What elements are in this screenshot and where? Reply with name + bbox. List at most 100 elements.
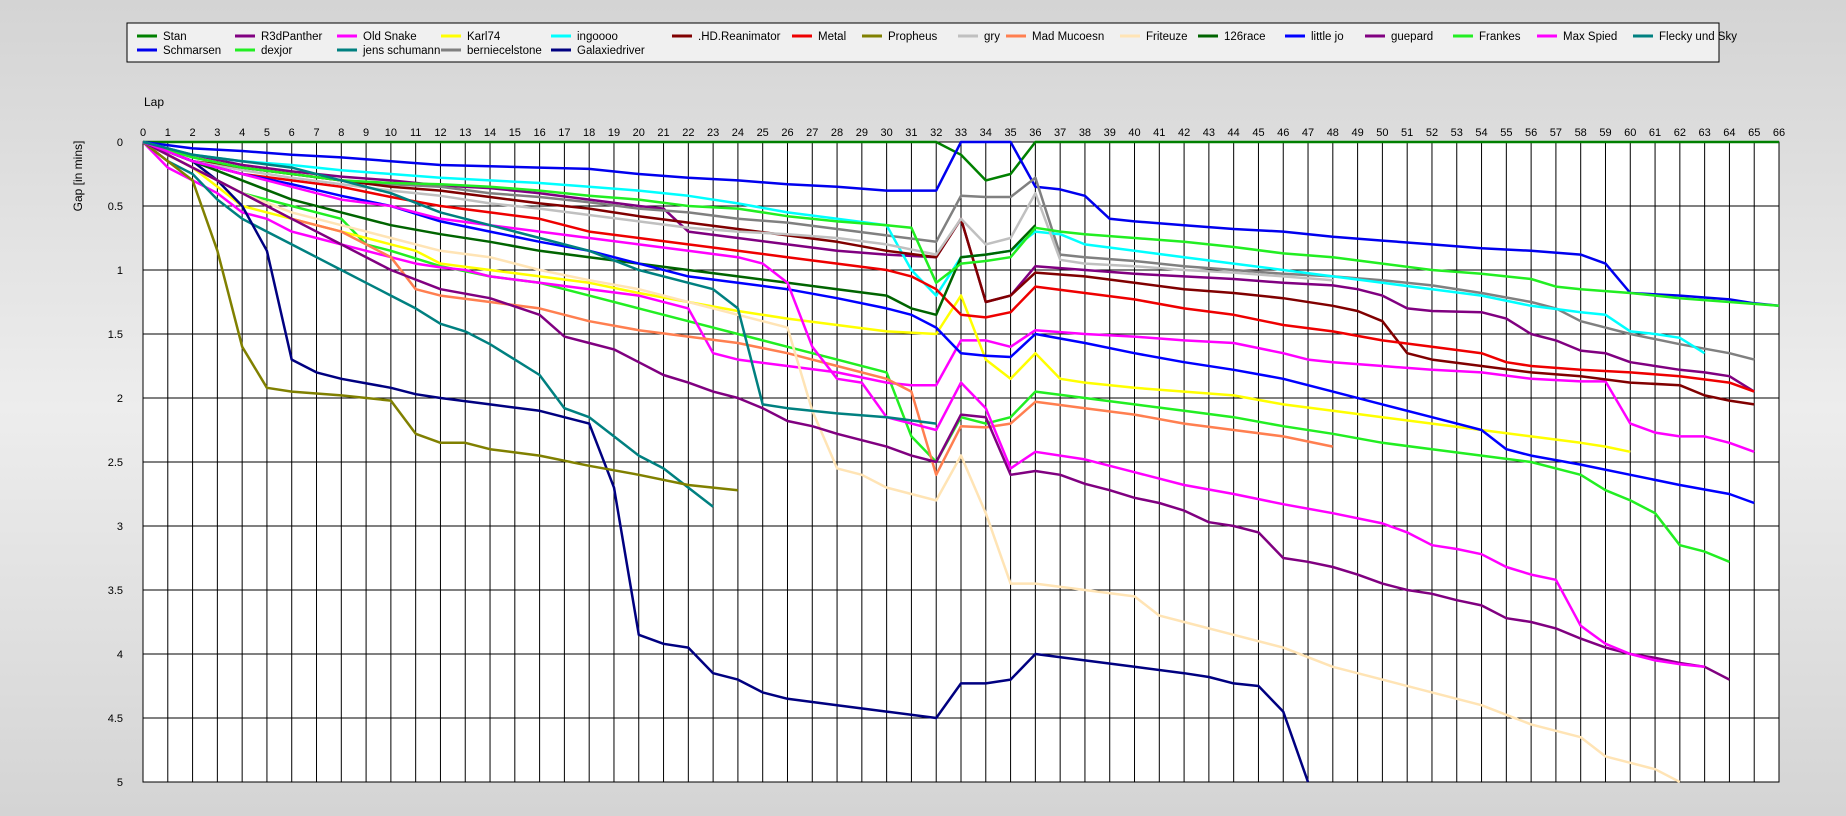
x-tick-label: 50 xyxy=(1376,127,1388,139)
x-tick-label: 12 xyxy=(434,127,446,139)
x-tick-label: 1 xyxy=(165,127,171,139)
x-tick-label: 57 xyxy=(1550,127,1562,139)
x-tick-label: 41 xyxy=(1153,127,1165,139)
x-tick-label: 27 xyxy=(806,127,818,139)
x-tick-label: 61 xyxy=(1649,127,1661,139)
legend-label: Metal xyxy=(818,31,846,43)
x-tick-label: 11 xyxy=(410,127,421,139)
legend-label: Mad Mucoesn xyxy=(1032,31,1104,43)
x-tick-label: 18 xyxy=(583,127,595,139)
x-tick-label: 25 xyxy=(757,127,769,139)
x-tick-label: 20 xyxy=(633,127,645,139)
x-tick-label: 14 xyxy=(484,127,496,139)
x-tick-label: 31 xyxy=(905,127,917,139)
legend-label: Flecky und Sky xyxy=(1659,31,1737,43)
x-tick-label: 42 xyxy=(1178,127,1190,139)
x-tick-label: 43 xyxy=(1203,127,1215,139)
lap-gap-chart: Stan R3dPanther Old Snake Karl74 ingoooo .HD.… xyxy=(71,22,1785,789)
legend-label: dexjor xyxy=(261,45,292,57)
legend-label: R3dPanther xyxy=(261,31,323,43)
x-tick-label: 48 xyxy=(1327,127,1339,139)
x-tick-label: 30 xyxy=(881,127,893,139)
y-tick-label: 5 xyxy=(117,777,123,789)
x-tick-label: 23 xyxy=(707,127,719,139)
y-tick-label: 3.5 xyxy=(108,585,123,597)
x-tick-label: 55 xyxy=(1500,127,1512,139)
x-tick-label: 46 xyxy=(1277,127,1289,139)
y-tick-label: 3 xyxy=(117,521,123,533)
y-tick-label: 2 xyxy=(117,393,123,405)
x-tick-label: 2 xyxy=(190,127,196,139)
legend-label: Old Snake xyxy=(363,31,417,43)
x-tick-label: 3 xyxy=(214,127,220,139)
x-tick-label: 13 xyxy=(459,127,471,139)
x-tick-label: 15 xyxy=(509,127,521,139)
x-tick-label: 8 xyxy=(338,127,344,139)
legend-label: .HD.Reanimator xyxy=(698,31,781,43)
x-tick-label: 10 xyxy=(385,127,397,139)
y-tick-label: 1 xyxy=(117,265,123,277)
x-tick-label: 66 xyxy=(1773,127,1785,139)
legend-label: Schmarsen xyxy=(163,45,221,57)
y-tick-label: 0.5 xyxy=(108,201,123,213)
y-tick-label: 4.5 xyxy=(108,713,123,725)
x-tick-label: 59 xyxy=(1599,127,1611,139)
legend-label: Frankes xyxy=(1479,31,1521,43)
x-tick-label: 21 xyxy=(657,127,669,139)
x-tick-label: 52 xyxy=(1426,127,1438,139)
x-tick-label: 58 xyxy=(1575,127,1587,139)
y-tick-label: 1.5 xyxy=(108,329,123,341)
x-tick-label: 33 xyxy=(955,127,967,139)
legend-label: guepard xyxy=(1391,31,1433,43)
legend-label: Stan xyxy=(163,31,187,43)
x-tick-label: 53 xyxy=(1451,127,1463,139)
legend-label: Propheus xyxy=(888,31,937,43)
x-tick-label: 54 xyxy=(1475,127,1487,139)
x-tick-label: 65 xyxy=(1748,127,1760,139)
legend-label: berniecelstone xyxy=(467,45,542,57)
x-tick-label: 34 xyxy=(980,127,992,139)
x-tick-label: 6 xyxy=(289,127,295,139)
x-tick-label: 47 xyxy=(1302,127,1314,139)
legend-label: jens schumann xyxy=(362,45,440,57)
legend-label: little jo xyxy=(1311,31,1344,43)
x-tick-label: 38 xyxy=(1079,127,1091,139)
legend-label: ingoooo xyxy=(577,31,618,43)
legend-label: Galaxiedriver xyxy=(577,45,645,57)
x-tick-label: 45 xyxy=(1252,127,1264,139)
x-tick-label: 40 xyxy=(1128,127,1140,139)
legend-label: Max Spied xyxy=(1563,31,1617,43)
x-tick-label: 39 xyxy=(1104,127,1116,139)
x-tick-label: 4 xyxy=(239,127,245,139)
x-tick-label: 19 xyxy=(608,127,620,139)
x-tick-label: 7 xyxy=(313,127,319,139)
x-tick-label: 0 xyxy=(140,127,146,139)
x-tick-label: 49 xyxy=(1351,127,1363,139)
y-tick-label: 0 xyxy=(117,137,123,149)
x-tick-label: 17 xyxy=(558,127,570,139)
x-axis-label: Lap xyxy=(144,95,164,109)
legend-label: Friteuze xyxy=(1146,31,1188,43)
x-tick-label: 51 xyxy=(1401,127,1413,139)
x-tick-label: 62 xyxy=(1674,127,1686,139)
legend: Stan R3dPanther Old Snake Karl74 ingoooo .HD.… xyxy=(126,22,1737,63)
x-tick-label: 60 xyxy=(1624,127,1636,139)
x-tick-label: 16 xyxy=(533,127,545,139)
y-tick-label: 4 xyxy=(117,649,123,661)
x-tick-label: 44 xyxy=(1228,127,1240,139)
legend-label: 126race xyxy=(1224,31,1266,43)
x-tick-label: 5 xyxy=(264,127,270,139)
x-tick-label: 22 xyxy=(682,127,694,139)
x-tick-label: 37 xyxy=(1054,127,1066,139)
x-tick-label: 32 xyxy=(930,127,942,139)
y-axis-label: Gap [in mins] xyxy=(71,141,85,212)
x-tick-label: 24 xyxy=(732,127,744,139)
legend-label: gry xyxy=(984,31,1000,43)
x-tick-label: 28 xyxy=(831,127,843,139)
x-tick-label: 9 xyxy=(363,127,369,139)
x-tick-label: 36 xyxy=(1029,127,1041,139)
x-tick-label: 63 xyxy=(1699,127,1711,139)
x-tick-label: 35 xyxy=(1004,127,1016,139)
y-tick-label: 2.5 xyxy=(108,457,123,469)
x-tick-label: 29 xyxy=(856,127,868,139)
